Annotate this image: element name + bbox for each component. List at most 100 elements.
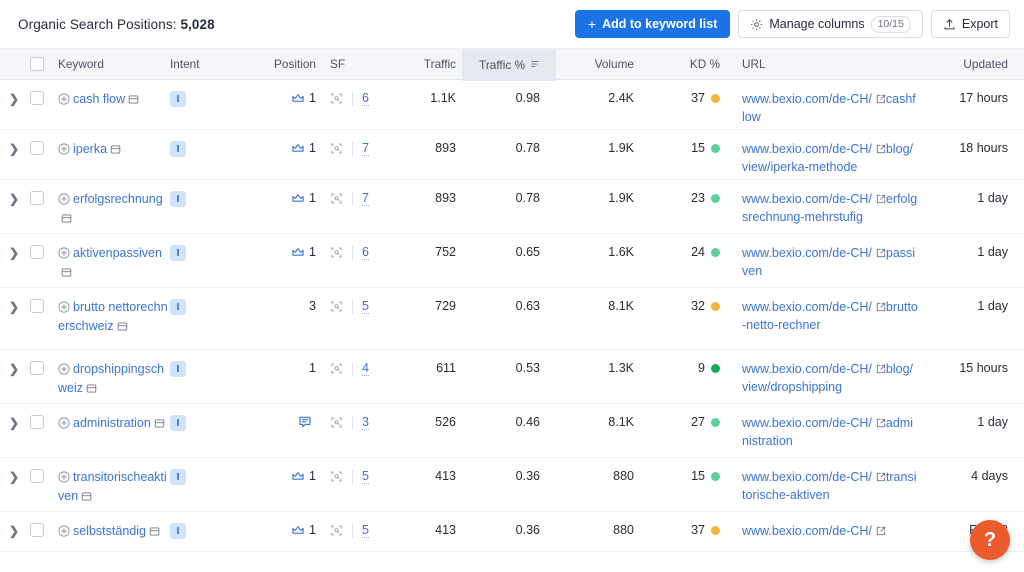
keyword-link-line[interactable]: dropshipping: [73, 362, 145, 376]
column-header-url[interactable]: URL: [728, 48, 918, 80]
serp-features-icon[interactable]: [330, 300, 343, 313]
sf-value[interactable]: 4: [362, 361, 369, 376]
row-select-cell[interactable]: [30, 91, 58, 105]
url-link[interactable]: www.bexio.com/de-CH/administration: [742, 415, 918, 450]
help-button[interactable]: ?: [970, 520, 1010, 560]
keyword-link[interactable]: brutto nettorechnerschweiz: [58, 300, 168, 333]
chevron-right-icon[interactable]: ❯: [0, 245, 19, 261]
row-select-cell[interactable]: [30, 299, 58, 313]
chevron-right-icon[interactable]: ❯: [0, 299, 19, 315]
serp-features-icon[interactable]: [330, 416, 343, 429]
keyword-link[interactable]: aktivenpassiven: [73, 246, 162, 260]
external-link-icon[interactable]: [876, 142, 886, 159]
keyword-link-line[interactable]: schweiz: [69, 319, 113, 333]
chevron-right-icon[interactable]: ❯: [0, 91, 19, 107]
serp-features-icon[interactable]: [330, 246, 343, 259]
row-checkbox[interactable]: [30, 523, 44, 537]
row-expand-toggle[interactable]: ❯: [0, 191, 30, 207]
keyword-link-line[interactable]: ng: [149, 192, 163, 206]
chevron-right-icon[interactable]: ❯: [0, 469, 19, 485]
url-link[interactable]: www.bexio.com/de-CH/cashflow: [742, 91, 918, 126]
row-expand-toggle[interactable]: ❯: [0, 361, 30, 377]
chevron-right-icon[interactable]: ❯: [0, 141, 19, 157]
external-link-icon[interactable]: [876, 300, 886, 317]
chevron-right-icon[interactable]: ❯: [0, 523, 19, 539]
intent-badge-informational[interactable]: I: [170, 191, 186, 207]
url-link[interactable]: www.bexio.com/de-CH/transitorische-aktiv…: [742, 469, 918, 504]
keyword-link-line[interactable]: selbstständig: [73, 524, 146, 538]
row-expand-toggle[interactable]: ❯: [0, 91, 30, 107]
url-link-line[interactable]: www.bexio.com/de-CH/: [742, 416, 886, 430]
add-keyword-icon[interactable]: [58, 417, 70, 434]
keyword-link-line[interactable]: transitorische: [73, 470, 147, 484]
row-expand-toggle[interactable]: ❯: [0, 415, 30, 431]
add-to-keyword-list-button[interactable]: + Add to keyword list: [574, 10, 731, 38]
row-checkbox[interactable]: [30, 299, 44, 313]
table-row[interactable]: ❯ selbstständig I 1 5 413 0.36 880 37 www.bexio.c…: [0, 512, 1024, 552]
intent-badge-informational[interactable]: I: [170, 141, 186, 157]
table-row[interactable]: ❯ transitorischeaktiven I 1 5 413 0.36 880 15 www…: [0, 458, 1024, 512]
table-row[interactable]: ❯ brutto nettorechnerschweiz I 3 5 729 0.63 8.1…: [0, 288, 1024, 350]
intent-badge-informational[interactable]: I: [170, 245, 186, 261]
keyword-link-line[interactable]: passiven: [113, 246, 162, 260]
table-row[interactable]: ❯ administration I 3 526 0.46 8.1K 27 www.bexio.…: [0, 404, 1024, 458]
intent-badge-informational[interactable]: I: [170, 523, 186, 539]
keyword-link-line[interactable]: aktiven: [73, 246, 113, 260]
external-link-icon[interactable]: [876, 362, 886, 379]
column-header-position[interactable]: Position: [242, 48, 322, 80]
row-checkbox[interactable]: [30, 245, 44, 259]
keyword-link[interactable]: administration: [73, 416, 151, 430]
url-link-line[interactable]: www.bexio.com/de-CH/: [742, 470, 886, 484]
sf-value[interactable]: 5: [362, 523, 369, 538]
sf-value[interactable]: 7: [362, 191, 369, 206]
url-link[interactable]: www.bexio.com/de-CH/brutto-netto-rechner: [742, 299, 918, 334]
keyword-link-line[interactable]: brutto netto: [73, 300, 136, 314]
intent-badge-informational[interactable]: I: [170, 91, 186, 107]
keyword-link[interactable]: iperka: [73, 142, 107, 156]
row-checkbox[interactable]: [30, 91, 44, 105]
url-link-line[interactable]: www.bexio.com/de-CH/: [742, 524, 886, 538]
header-select-all[interactable]: [30, 48, 58, 80]
table-row[interactable]: ❯ dropshippingschweiz I 1 4 611 0.53 1.3K 9 www.b…: [0, 350, 1024, 404]
add-keyword-icon[interactable]: [58, 363, 70, 380]
keyword-link[interactable]: selbstständig: [73, 524, 146, 538]
keyword-link[interactable]: erfolgsrechnung: [73, 192, 163, 206]
column-header-intent[interactable]: Intent: [170, 48, 242, 80]
add-keyword-icon[interactable]: [58, 193, 70, 210]
keyword-link-line[interactable]: iperka: [73, 142, 107, 156]
url-link[interactable]: www.bexio.com/de-CH/: [742, 523, 918, 541]
row-checkbox[interactable]: [30, 191, 44, 205]
external-link-icon[interactable]: [876, 524, 886, 541]
column-header-volume[interactable]: Volume: [556, 48, 652, 80]
add-keyword-icon[interactable]: [58, 143, 70, 160]
external-link-icon[interactable]: [876, 246, 886, 263]
url-link-line[interactable]: www.bexio.com/de-CH/: [742, 300, 886, 314]
serp-features-icon[interactable]: [330, 524, 343, 537]
external-link-icon[interactable]: [876, 470, 886, 487]
add-keyword-icon[interactable]: [58, 301, 70, 318]
intent-badge-informational[interactable]: I: [170, 299, 186, 315]
keyword-link-line[interactable]: administratio: [73, 416, 144, 430]
row-select-cell[interactable]: [30, 469, 58, 483]
sf-value[interactable]: 5: [362, 469, 369, 484]
add-keyword-icon[interactable]: [58, 247, 70, 264]
export-button[interactable]: Export: [930, 10, 1010, 38]
sf-value[interactable]: 6: [362, 91, 369, 106]
url-link-line[interactable]: tufig: [839, 210, 863, 224]
url-link[interactable]: www.bexio.com/de-CH/blog/view/iperka-met…: [742, 141, 918, 176]
sf-value[interactable]: 5: [362, 299, 369, 314]
column-header-keyword[interactable]: Keyword: [58, 48, 170, 80]
column-header-traffic-percent[interactable]: Traffic %: [462, 49, 556, 81]
url-link-line[interactable]: www.bexio.com/de-CH/: [742, 192, 886, 206]
chevron-right-icon[interactable]: ❯: [0, 415, 19, 431]
column-header-sf[interactable]: SF: [322, 48, 382, 80]
table-row[interactable]: ❯ erfolgsrechnung I 1 7 893 0.78 1.9K 23 www.bexi…: [0, 180, 1024, 234]
row-checkbox[interactable]: [30, 141, 44, 155]
serp-features-icon[interactable]: [330, 92, 343, 105]
row-select-cell[interactable]: [30, 415, 58, 429]
add-keyword-icon[interactable]: [58, 525, 70, 542]
url-link-line[interactable]: www.bexio.com/de-CH/: [742, 362, 886, 376]
row-select-cell[interactable]: [30, 191, 58, 205]
external-link-icon[interactable]: [876, 416, 886, 433]
serp-features-icon[interactable]: [330, 470, 343, 483]
